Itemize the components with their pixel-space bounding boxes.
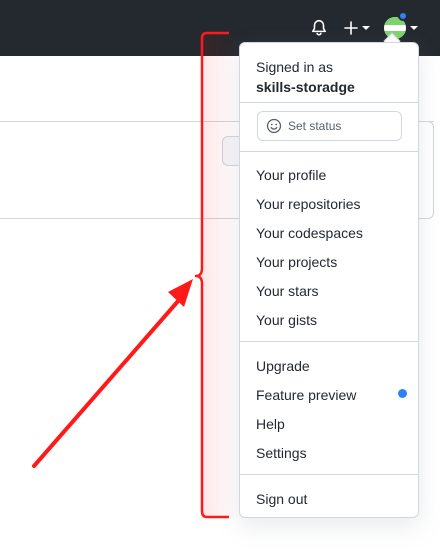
arrow-shaft xyxy=(32,298,181,468)
arrow-head xyxy=(168,279,193,307)
bracket-shading xyxy=(201,34,239,518)
annotation-overlay xyxy=(32,31,239,519)
page: Signed in as skills-storadge Set status … xyxy=(0,0,440,554)
